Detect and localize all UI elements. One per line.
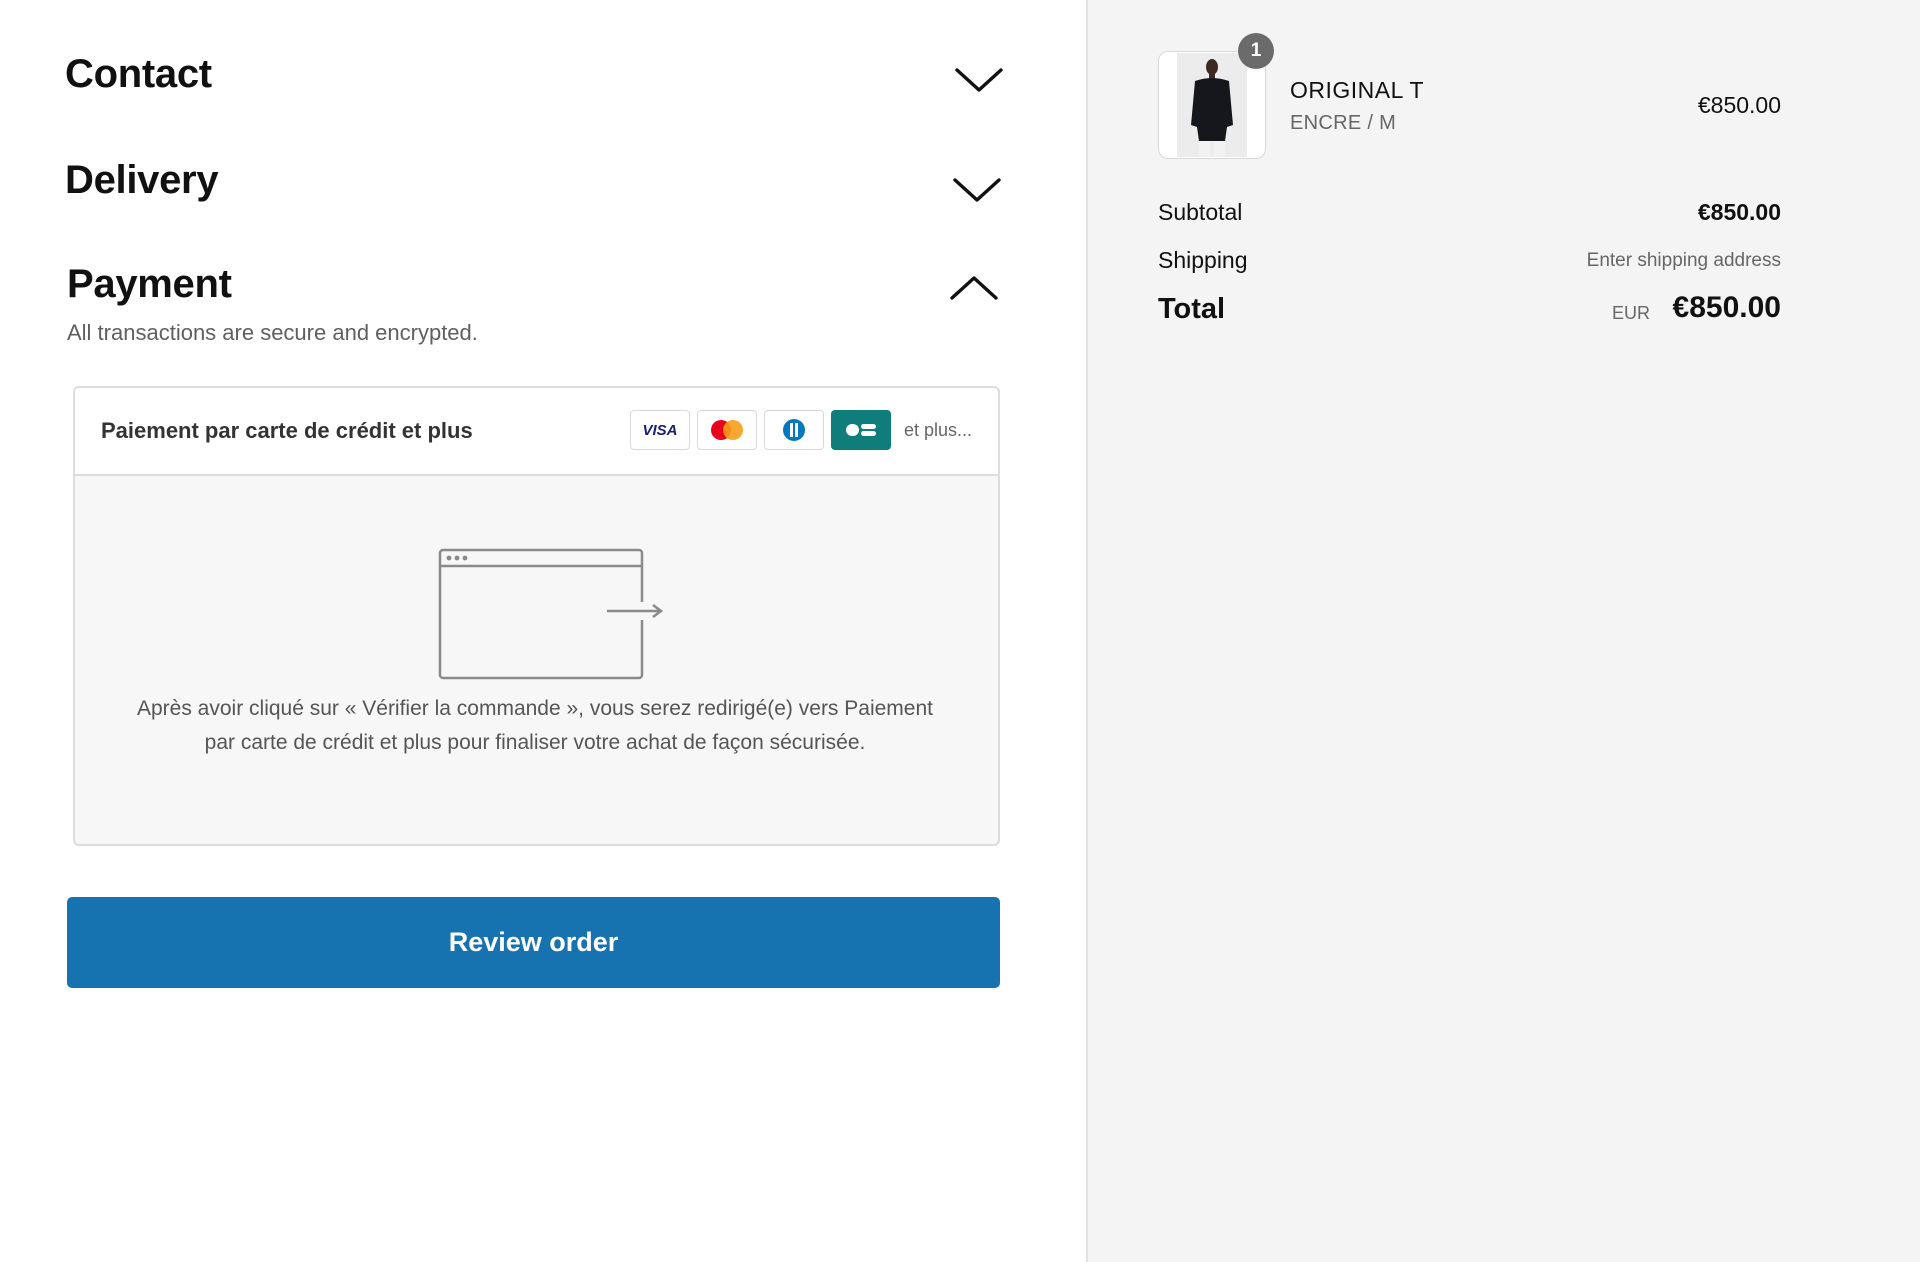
product-price: €850.00 <box>1697 92 1781 118</box>
subtotal-label: Subtotal <box>1158 199 1243 225</box>
shipping-value: Enter shipping address <box>1586 250 1781 271</box>
diners-icon <box>763 410 824 450</box>
more-cards-label: et plus... <box>903 419 972 440</box>
chevron-up-icon[interactable] <box>948 270 1000 306</box>
product-name: ORIGINAL T <box>1290 77 1425 103</box>
order-summary-panel <box>1088 0 1920 1262</box>
product-variant: ENCRE / M <box>1290 112 1397 134</box>
svg-text:VISA: VISA <box>642 422 677 438</box>
card-brands: VISA et plus... <box>629 410 972 450</box>
browser-redirect-icon <box>438 548 665 680</box>
payment-method-label: Paiement par carte de crédit et plus <box>101 418 473 443</box>
total-currency: EUR <box>1611 303 1650 323</box>
payment-title: Payment <box>67 262 232 306</box>
contact-title: Contact <box>65 52 212 96</box>
review-order-button[interactable]: Review order <box>67 897 1000 988</box>
chevron-down-icon[interactable] <box>951 172 1003 208</box>
total-label: Total <box>1158 293 1226 325</box>
product-image <box>1177 53 1247 157</box>
delivery-section[interactable]: Delivery <box>65 158 1005 202</box>
total-value: €850.00 <box>1672 291 1781 324</box>
chevron-down-icon[interactable] <box>953 62 1005 98</box>
visa-icon: VISA <box>629 410 690 450</box>
redirect-notice: Après avoir cliqué sur « Vérifier la com… <box>136 697 933 754</box>
checkout-main-panel: Contact Delivery Payment All transaction… <box>0 0 1086 1262</box>
subtotal-value: €850.00 <box>1697 199 1781 225</box>
delivery-title: Delivery <box>65 158 219 202</box>
mastercard-icon <box>696 410 757 450</box>
shipping-label: Shipping <box>1158 247 1248 273</box>
payment-method-box: Paiement par carte de crédit et plus VIS… <box>73 386 1000 846</box>
contact-section[interactable]: Contact <box>65 54 1005 94</box>
payment-section: Payment All transactions are secure and … <box>67 262 1000 346</box>
quantity-badge: 1 <box>1238 33 1274 69</box>
cb-icon <box>830 410 891 450</box>
payment-method-option[interactable]: Paiement par carte de crédit et plus VIS… <box>75 388 998 476</box>
payment-subtitle: All transactions are secure and encrypte… <box>67 320 478 345</box>
